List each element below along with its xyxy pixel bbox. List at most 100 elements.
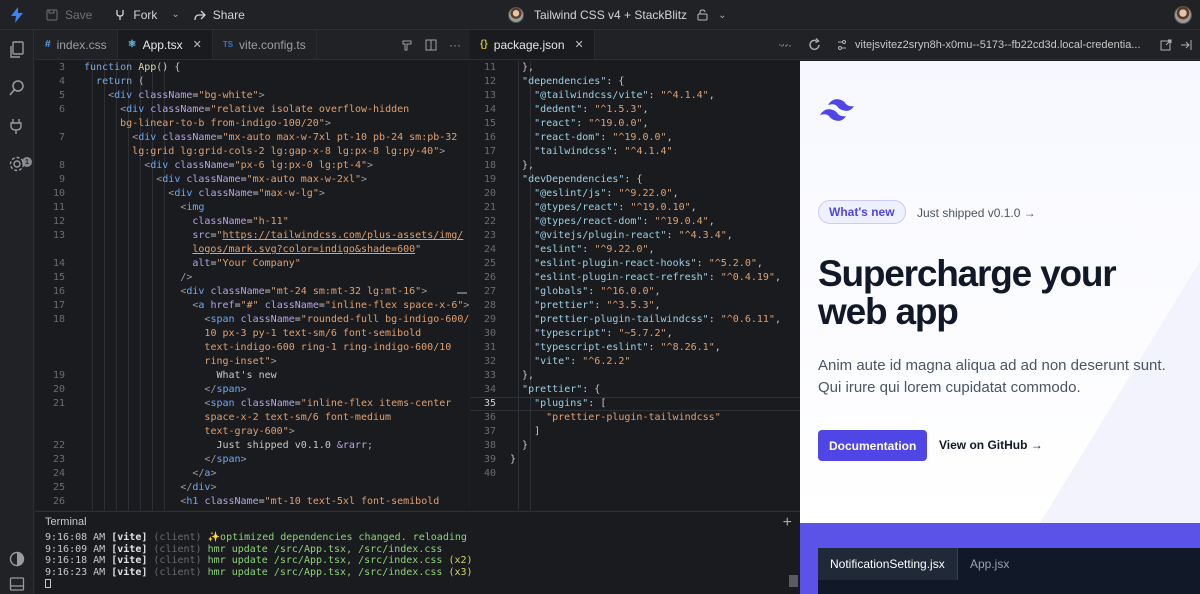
code-line[interactable]: 15 "react": "^19.0.0", — [470, 117, 800, 131]
code-line[interactable]: 12 className="h-11" — [35, 215, 469, 229]
terminal-scrollbar[interactable] — [789, 575, 798, 587]
panel-icon[interactable] — [7, 574, 27, 594]
site-info-icon[interactable] — [836, 39, 848, 51]
code-line[interactable]: 3 function App() { — [35, 61, 469, 75]
gear-icon[interactable] — [7, 154, 27, 174]
tab-vite-config-ts[interactable]: TS vite.config.ts — [213, 30, 317, 59]
code-line[interactable]: 20 </span> — [35, 383, 469, 397]
code-line[interactable]: 37 ] — [470, 425, 800, 439]
code-line[interactable]: 14 "dedent": "^1.5.3", — [470, 103, 800, 117]
code-line[interactable]: text-gray-600"> — [35, 425, 469, 439]
preview-frame[interactable]: What's new Just shipped v0.1.0 → Superch… — [800, 61, 1200, 594]
code-line[interactable]: 10 <div className="max-w-lg"> — [35, 187, 469, 201]
code-line[interactable]: 34 "prettier": { — [470, 383, 800, 397]
code-line[interactable]: 11 <img — [35, 201, 469, 215]
code-line[interactable]: 9 <div className="mx-auto max-w-2xl"> — [35, 173, 469, 187]
code-line[interactable]: 24 </a> — [35, 467, 469, 481]
format-icon[interactable] — [401, 39, 413, 51]
code-line[interactable]: 40 — [470, 467, 800, 481]
code-line[interactable]: 17 "tailwindcss": "^4.1.4" — [470, 145, 800, 159]
open-in-new-tab-icon[interactable] — [1160, 39, 1172, 51]
code-line[interactable]: ring-inset"> — [35, 355, 469, 369]
code-line[interactable]: 13 src="https://tailwindcss.com/plus-ass… — [35, 229, 469, 243]
tab-index-css[interactable]: # index.css — [35, 30, 118, 59]
tab-app-tsx[interactable]: ⚛ App.tsx ✕ — [117, 30, 213, 59]
reload-icon[interactable] — [808, 37, 822, 52]
code-line[interactable]: 25 "eslint-plugin-react-hooks": "^5.2.0"… — [470, 257, 800, 271]
code-line[interactable]: 33 }, — [470, 369, 800, 383]
documentation-button[interactable]: Documentation — [818, 430, 928, 461]
tab-app-jsx[interactable]: App.jsx — [958, 548, 1021, 580]
close-icon[interactable]: ✕ — [575, 38, 584, 51]
code-line[interactable]: 22 "@types/react-dom": "^19.0.4", — [470, 215, 800, 229]
code-line[interactable]: 25 </div> — [35, 481, 469, 495]
code-line[interactable]: 20 "@eslint/js": "^9.22.0", — [470, 187, 800, 201]
code-line[interactable]: text-indigo-600 ring-1 ring-indigo-600/1… — [35, 341, 469, 355]
code-line[interactable]: 26 "eslint-plugin-react-refresh": "^0.4.… — [470, 271, 800, 285]
code-line[interactable]: 12 "dependencies": { — [470, 75, 800, 89]
preview-url[interactable]: vitejsvitez2sryn8h-x0mu--5173--fb22cd3d.… — [855, 39, 1155, 51]
add-terminal-icon[interactable]: + — [783, 514, 792, 532]
search-icon[interactable] — [7, 78, 27, 98]
code-line[interactable]: 18 <span className="rounded-full bg-indi… — [35, 313, 469, 327]
code-line[interactable]: logos/mark.svg?color=indigo&shade=600" — [35, 243, 469, 257]
code-line[interactable]: 35 "plugins": [ — [470, 397, 800, 411]
code-line[interactable]: 7 <div className="mx-auto max-w-7xl pt-1… — [35, 131, 469, 145]
code-line[interactable]: 10 px-3 py-1 text-sm/6 font-semibold — [35, 327, 469, 341]
terminal-panel[interactable]: Terminal + 9:16:08 AM [vite] (client) ✨o… — [35, 511, 800, 594]
code-line[interactable]: 4 return ( — [35, 75, 469, 89]
more-icon[interactable]: ··· — [778, 39, 789, 51]
code-line[interactable]: space-x-2 text-sm/6 font-medium — [35, 411, 469, 425]
code-line[interactable]: 21 "@types/react": "^19.0.10", — [470, 201, 800, 215]
fork-button[interactable]: Fork — [114, 8, 157, 22]
code-line[interactable]: 19 What's new — [35, 369, 469, 383]
code-line[interactable]: 36 "prettier-plugin-tailwindcss" — [470, 411, 800, 425]
code-line[interactable]: 32 "vite": "^6.2.2" — [470, 355, 800, 369]
code-line[interactable]: 18 }, — [470, 159, 800, 173]
code-line[interactable]: 19 "devDependencies": { — [470, 173, 800, 187]
share-button[interactable]: Share — [194, 8, 245, 22]
code-line[interactable]: 8 <div className="px-6 lg:px-0 lg:pt-4"> — [35, 159, 469, 173]
code-line[interactable]: 29 "prettier-plugin-tailwindcss": "^0.6.… — [470, 313, 800, 327]
stackblitz-logo-icon[interactable] — [0, 6, 34, 23]
more-icon[interactable]: ··· — [449, 38, 461, 52]
code-line[interactable]: 22 Just shipped v0.1.0 &rarr; — [35, 439, 469, 453]
code-line[interactable]: 5 <div className="bg-white"> — [35, 89, 469, 103]
code-line[interactable]: 11 }, — [470, 61, 800, 75]
code-line[interactable]: 14 alt="Your Company" — [35, 257, 469, 271]
code-line[interactable]: 21 <span className="inline-flex items-ce… — [35, 397, 469, 411]
fork-chevron-down-icon[interactable]: ⌄ — [171, 9, 179, 20]
tab-notification-setting[interactable]: NotificationSetting.jsx — [818, 548, 958, 580]
code-line[interactable]: 16 "react-dom": "^19.0.0", — [470, 131, 800, 145]
close-preview-icon[interactable] — [1180, 39, 1192, 51]
code-line[interactable]: 28 "prettier": "^3.5.3", — [470, 299, 800, 313]
terminal-prompt[interactable] — [35, 578, 800, 590]
code-line[interactable]: 24 "eslint": "^9.22.0", — [470, 243, 800, 257]
whats-new-badge[interactable]: What's new — [818, 200, 906, 224]
view-on-github-link[interactable]: View on GitHub → — [939, 438, 1043, 452]
code-line[interactable]: 23 </span> — [35, 453, 469, 467]
code-line[interactable]: bg-linear-to-b from-indigo-100/20"> — [35, 117, 469, 131]
code-editor[interactable]: 11 }, 12 "dependencies": {13 "@tailwindcs… — [470, 61, 800, 510]
project-title-area[interactable]: Tailwind CSS v4 + StackBlitz ⌄ — [508, 0, 726, 30]
code-line[interactable]: 23 "@vitejs/plugin-react": "^4.3.4", — [470, 229, 800, 243]
code-editor[interactable]: 3 function App() {4 return (5 <div classN… — [35, 61, 469, 510]
code-line[interactable]: 17 <a href="#" className="inline-flex sp… — [35, 299, 469, 313]
files-icon[interactable] — [7, 40, 27, 60]
just-shipped-link[interactable]: Just shipped v0.1.0 → — [917, 206, 1036, 220]
code-line[interactable]: lg:grid lg:grid-cols-2 lg:gap-x-8 lg:px-… — [35, 145, 469, 159]
code-line[interactable]: 27 "globals": "^16.0.0", — [470, 285, 800, 299]
code-line[interactable]: 31 "typescript-eslint": "^8.26.1", — [470, 341, 800, 355]
theme-icon[interactable] — [7, 549, 27, 569]
code-line[interactable]: 30 "typescript": "~5.7.2", — [470, 327, 800, 341]
plug-icon[interactable] — [7, 116, 27, 136]
code-line[interactable]: 26 <h1 className="mt-10 text-5xl font-se… — [35, 495, 469, 509]
split-editor-icon[interactable] — [425, 39, 437, 51]
code-line[interactable]: 13 "@tailwindcss/vite": "^4.1.4", — [470, 89, 800, 103]
user-avatar[interactable] — [1174, 6, 1192, 24]
code-line[interactable]: 38 } — [470, 439, 800, 453]
close-icon[interactable]: ✕ — [193, 38, 202, 51]
code-line[interactable]: 39} — [470, 453, 800, 467]
code-line[interactable]: 6 <div className="relative isolate overf… — [35, 103, 469, 117]
code-line[interactable]: 15 /> — [35, 271, 469, 285]
